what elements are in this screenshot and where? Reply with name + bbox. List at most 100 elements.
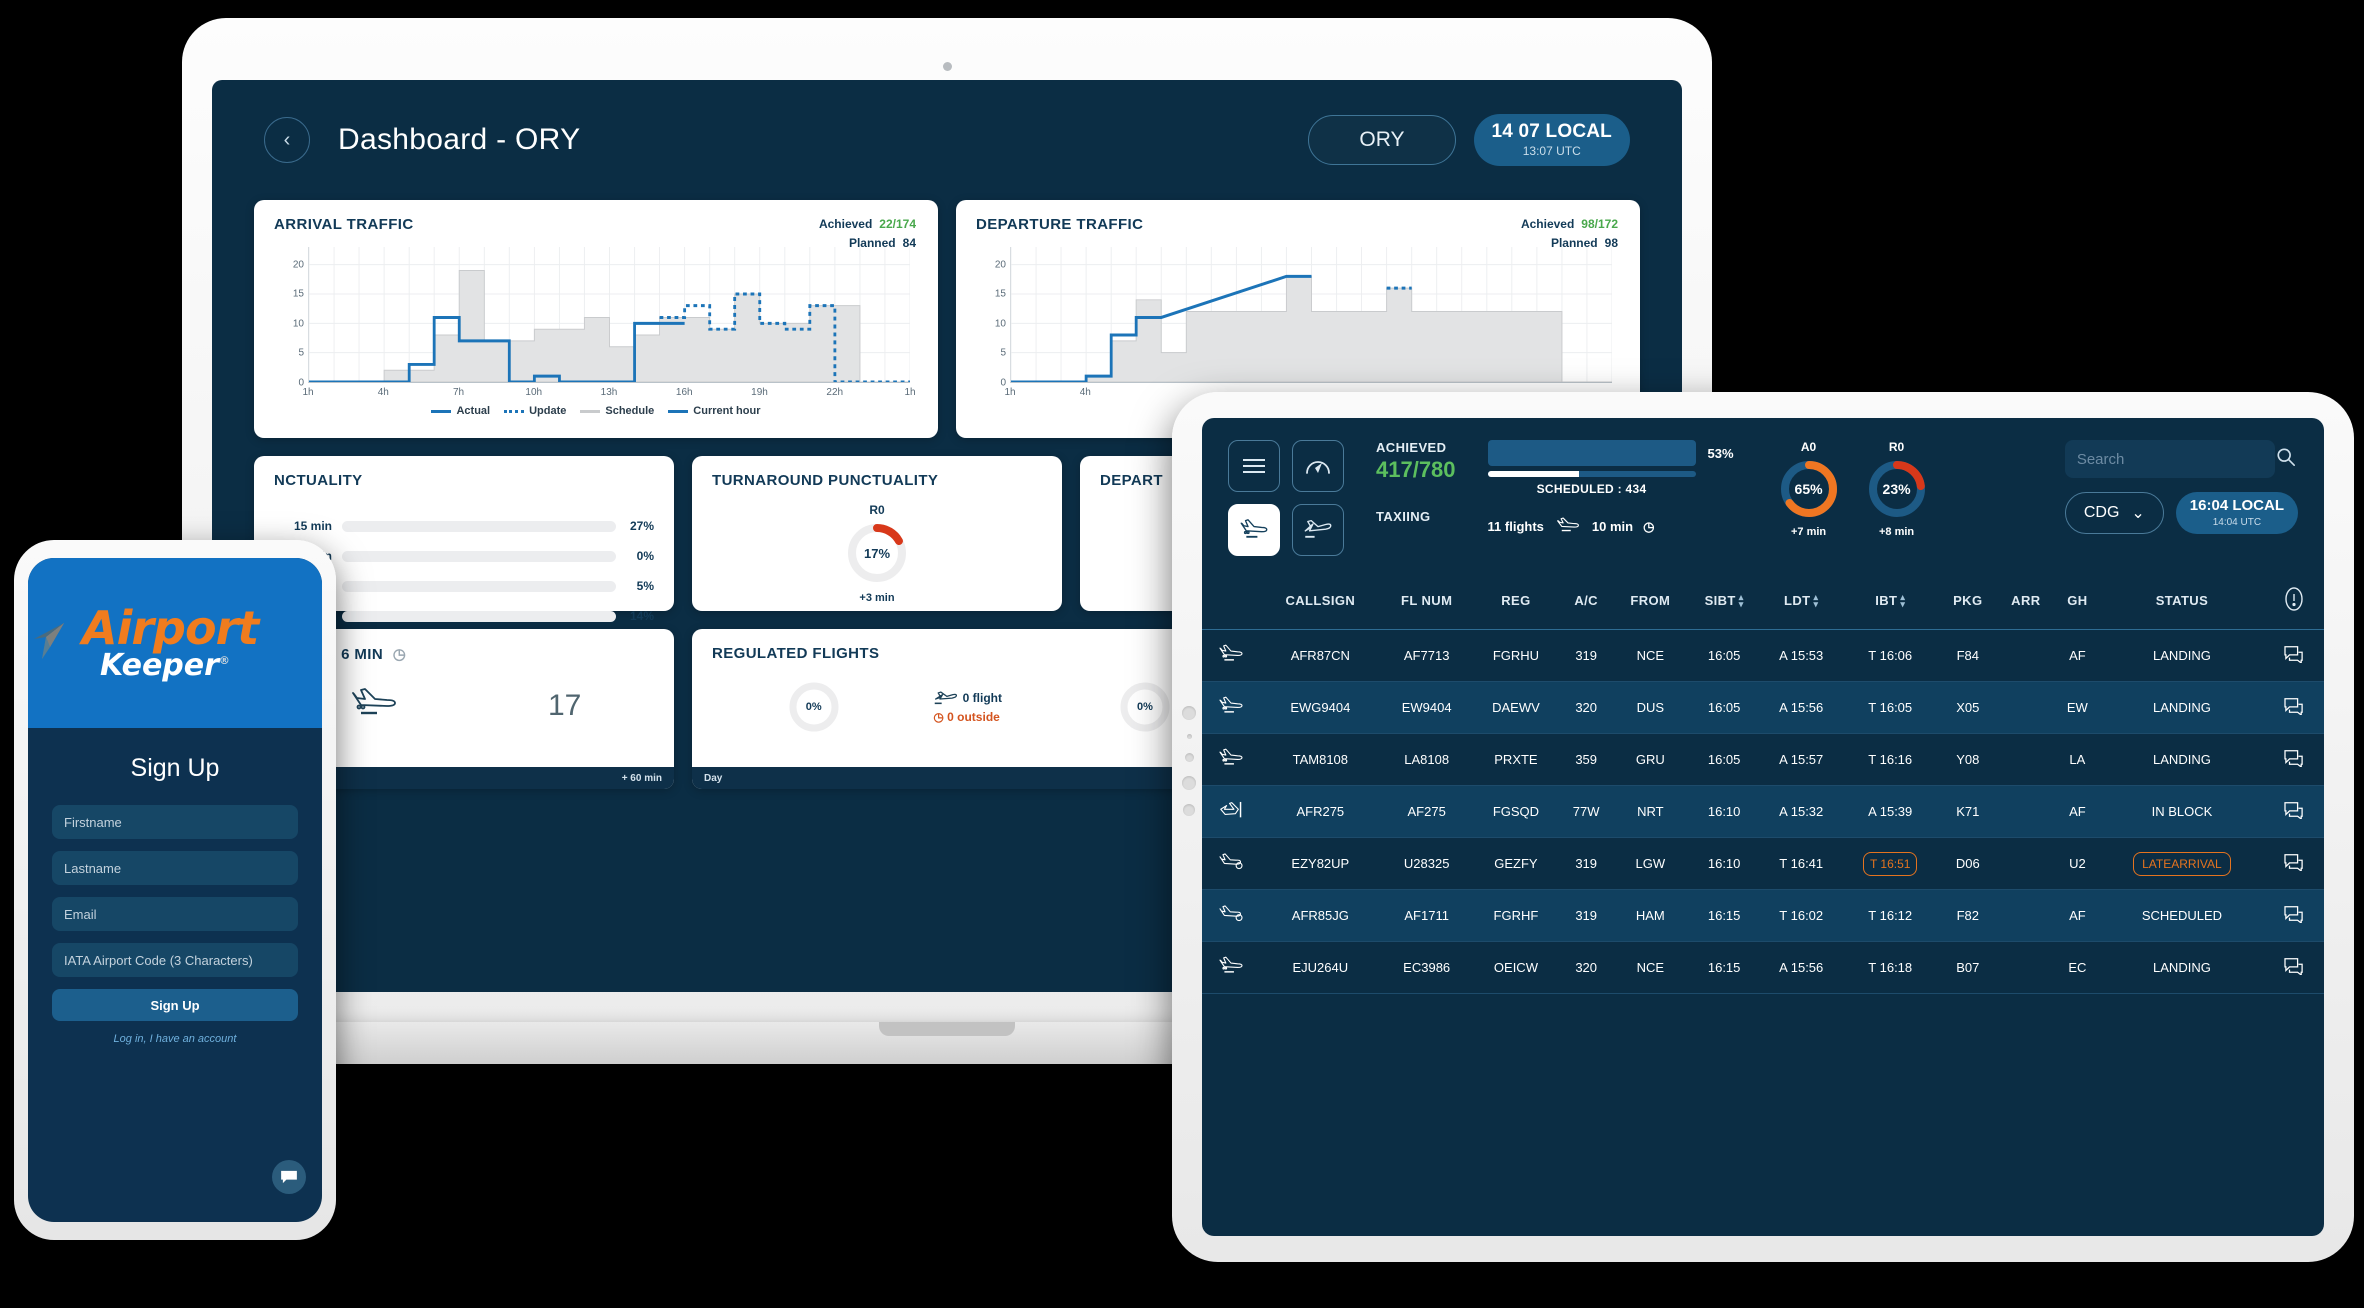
col-pkg[interactable]: PKG <box>1939 574 1997 630</box>
turnaround-punctuality-card: TURNAROUND PUNCTUALITY R0 17% +3 min <box>692 456 1062 611</box>
cell-reg: FGSQD <box>1492 804 1540 819</box>
cell-ldt: T 16:02 <box>1779 908 1824 923</box>
table-row[interactable]: AFR85JG AF1711 FGRHF 319 HAM 16:15 T 16:02 T 16… <box>1202 889 2324 942</box>
chat-icon[interactable] <box>2264 786 2324 838</box>
logo-arrow-icon <box>28 617 76 670</box>
sort-icon[interactable]: ▴ ▾ <box>1814 592 1819 608</box>
col-callsign[interactable]: CALLSIGN <box>1260 574 1381 630</box>
chat-icon[interactable] <box>2264 682 2324 734</box>
col-reg[interactable]: REG <box>1473 574 1559 630</box>
chat-icon[interactable] <box>2264 942 2324 994</box>
gauge-value: 17% <box>863 545 891 561</box>
cell-ldt: A 15:57 <box>1779 752 1824 767</box>
chat-icon[interactable] <box>2264 734 2324 786</box>
table-row[interactable]: TAM8108 LA8108 PRXTE 359 GRU 16:05 A 15:57 T 16… <box>1202 734 2324 786</box>
table-row[interactable]: EZY82UP U28325 GEZFY 319 LGW 16:10 T 16:41 T 16… <box>1202 838 2324 890</box>
firstname-input[interactable] <box>64 814 286 830</box>
login-link[interactable]: Log in, I have an account <box>52 1033 298 1045</box>
col-sibt[interactable]: SIBT ▴ ▾ <box>1688 574 1761 630</box>
table-row[interactable]: EWG9404 EW9404 DAEWV 320 DUS 16:05 A 15:56 T 16… <box>1202 681 2324 734</box>
table-row[interactable]: AFR87CN AF7713 FGRHU 319 NCE 16:05 A 15:53 T 16… <box>1202 630 2324 682</box>
search-input[interactable] <box>2076 450 2276 468</box>
cell-status: LANDING <box>2100 942 2264 994</box>
airport-select[interactable]: CDG ⌄ <box>2064 492 2164 534</box>
lastname-input[interactable] <box>64 860 286 876</box>
taxiing-flights: 11 flights <box>1487 519 1544 534</box>
cell-pkg: F84 <box>1956 648 1979 663</box>
plane-takeoff-icon[interactable] <box>1292 504 1344 556</box>
time-pill[interactable]: 14 07 LOCAL 13:07 UTC <box>1473 114 1630 166</box>
bar-value: 14% <box>629 609 654 623</box>
table-row[interactable]: AFR275 AF275 FGSQD 77W NRT 16:10 A 15:32 A 15:3… <box>1202 785 2324 838</box>
menu-icon[interactable] <box>1228 440 1280 492</box>
chat-icon[interactable] <box>2264 838 2324 890</box>
plane-landing-icon <box>1202 682 1260 734</box>
firstname-field[interactable] <box>52 805 298 839</box>
info-icon[interactable] <box>2264 574 2324 630</box>
col-flnum[interactable]: FL NUM <box>1381 574 1473 630</box>
cell-pkg: Y08 <box>1956 752 1980 767</box>
email-field[interactable] <box>52 897 298 931</box>
search-icon[interactable] <box>2276 447 2296 472</box>
back-button[interactable]: ‹ <box>264 117 310 163</box>
chat-icon[interactable] <box>2264 890 2324 942</box>
tablet-toolbar: ACHIEVED 417/780 TAXIING 53% SCHEDULED :… <box>1202 418 2324 564</box>
achieved-label: Achieved <box>818 217 873 231</box>
regulated-right-gauge: 0% <box>1118 680 1172 734</box>
utc-time: 13:07 UTC <box>1522 144 1581 159</box>
page-title: Dashboard - ORY <box>338 123 581 156</box>
col-from[interactable]: FROM <box>1613 574 1687 630</box>
chat-icon[interactable] <box>272 1160 306 1194</box>
chevron-down-icon: ⌄ <box>2131 504 2145 522</box>
cell-ac: 77W <box>1572 804 1600 819</box>
lastname-field[interactable] <box>52 851 298 885</box>
col-ldt[interactable]: LDT ▴ ▾ <box>1761 574 1842 630</box>
phone-body: Airport Keeper® Sign Up Firstname Lastna… <box>14 540 336 1240</box>
legend-schedule: Schedule <box>580 405 654 417</box>
cell-ac: 320 <box>1575 700 1598 715</box>
email-input[interactable] <box>64 906 286 922</box>
col-status[interactable]: STATUS <box>2100 574 2264 630</box>
progress-percent: 53% <box>1707 445 1734 461</box>
cell-status: SCHEDULED <box>2100 890 2264 942</box>
gauge-icon[interactable] <box>1292 440 1344 492</box>
sort-icon[interactable]: ▴ ▾ <box>1739 592 1744 608</box>
cell-sibt: 16:05 <box>1707 700 1741 715</box>
table-row[interactable]: EJU264U EC3986 OEICW 320 NCE 16:15 A 15:56 T 16… <box>1202 942 2324 994</box>
cell-reg: DAEWV <box>1492 700 1540 715</box>
clock-icon: ◷ <box>392 646 407 663</box>
tablet-selectors: CDG ⌄ 16:04 LOCAL 14:04 UTC <box>2064 492 2298 534</box>
iata-input[interactable] <box>64 952 286 968</box>
signup-button[interactable]: Sign Up <box>52 989 298 1021</box>
cell-sibt: 16:15 <box>1707 960 1741 975</box>
col-gh[interactable]: GH <box>2055 574 2100 630</box>
col-ac[interactable]: A/C <box>1559 574 1613 630</box>
gauge-value: 0% <box>805 701 822 713</box>
utc-time: 14:04 UTC <box>2212 516 2262 528</box>
cell-gh: AF <box>2069 804 2086 819</box>
airport-select-value: CDG <box>2083 503 2120 521</box>
airport-pill[interactable]: ORY <box>1308 115 1456 165</box>
cell-status: LANDING <box>2100 682 2264 734</box>
cell-gh: EW <box>2066 700 2088 715</box>
chat-icon[interactable] <box>2264 630 2324 682</box>
cell-reg: GEZFY <box>1494 856 1538 871</box>
chevron-left-icon: ‹ <box>283 128 291 151</box>
cell-callsign: EZY82UP <box>1291 856 1350 871</box>
tablet-body: ACHIEVED 417/780 TAXIING 53% SCHEDULED :… <box>1172 392 2354 1262</box>
cell-arr <box>1997 890 2055 942</box>
outside-count: ◷ 0 outside <box>933 709 1000 724</box>
sort-icon[interactable]: ▴ ▾ <box>1900 592 1905 608</box>
cell-ldt: A 15:56 <box>1779 960 1824 975</box>
cell-reg: FGRHF <box>1493 908 1539 923</box>
col-ibt[interactable]: IBT ▴ ▾ <box>1842 574 1939 630</box>
plane-landing-icon[interactable] <box>1228 504 1280 556</box>
search-box[interactable] <box>2064 440 2295 478</box>
bar-value: 27% <box>629 519 654 533</box>
time-pill[interactable]: 16:04 LOCAL 14:04 UTC <box>2175 492 2298 534</box>
phone-screen: Airport Keeper® Sign Up Firstname Lastna… <box>28 558 322 1222</box>
iata-field[interactable] <box>52 943 298 977</box>
col-arr[interactable]: ARR <box>1997 574 2055 630</box>
departure-chart-svg <box>1011 247 1612 382</box>
cell-arr <box>1997 786 2055 838</box>
